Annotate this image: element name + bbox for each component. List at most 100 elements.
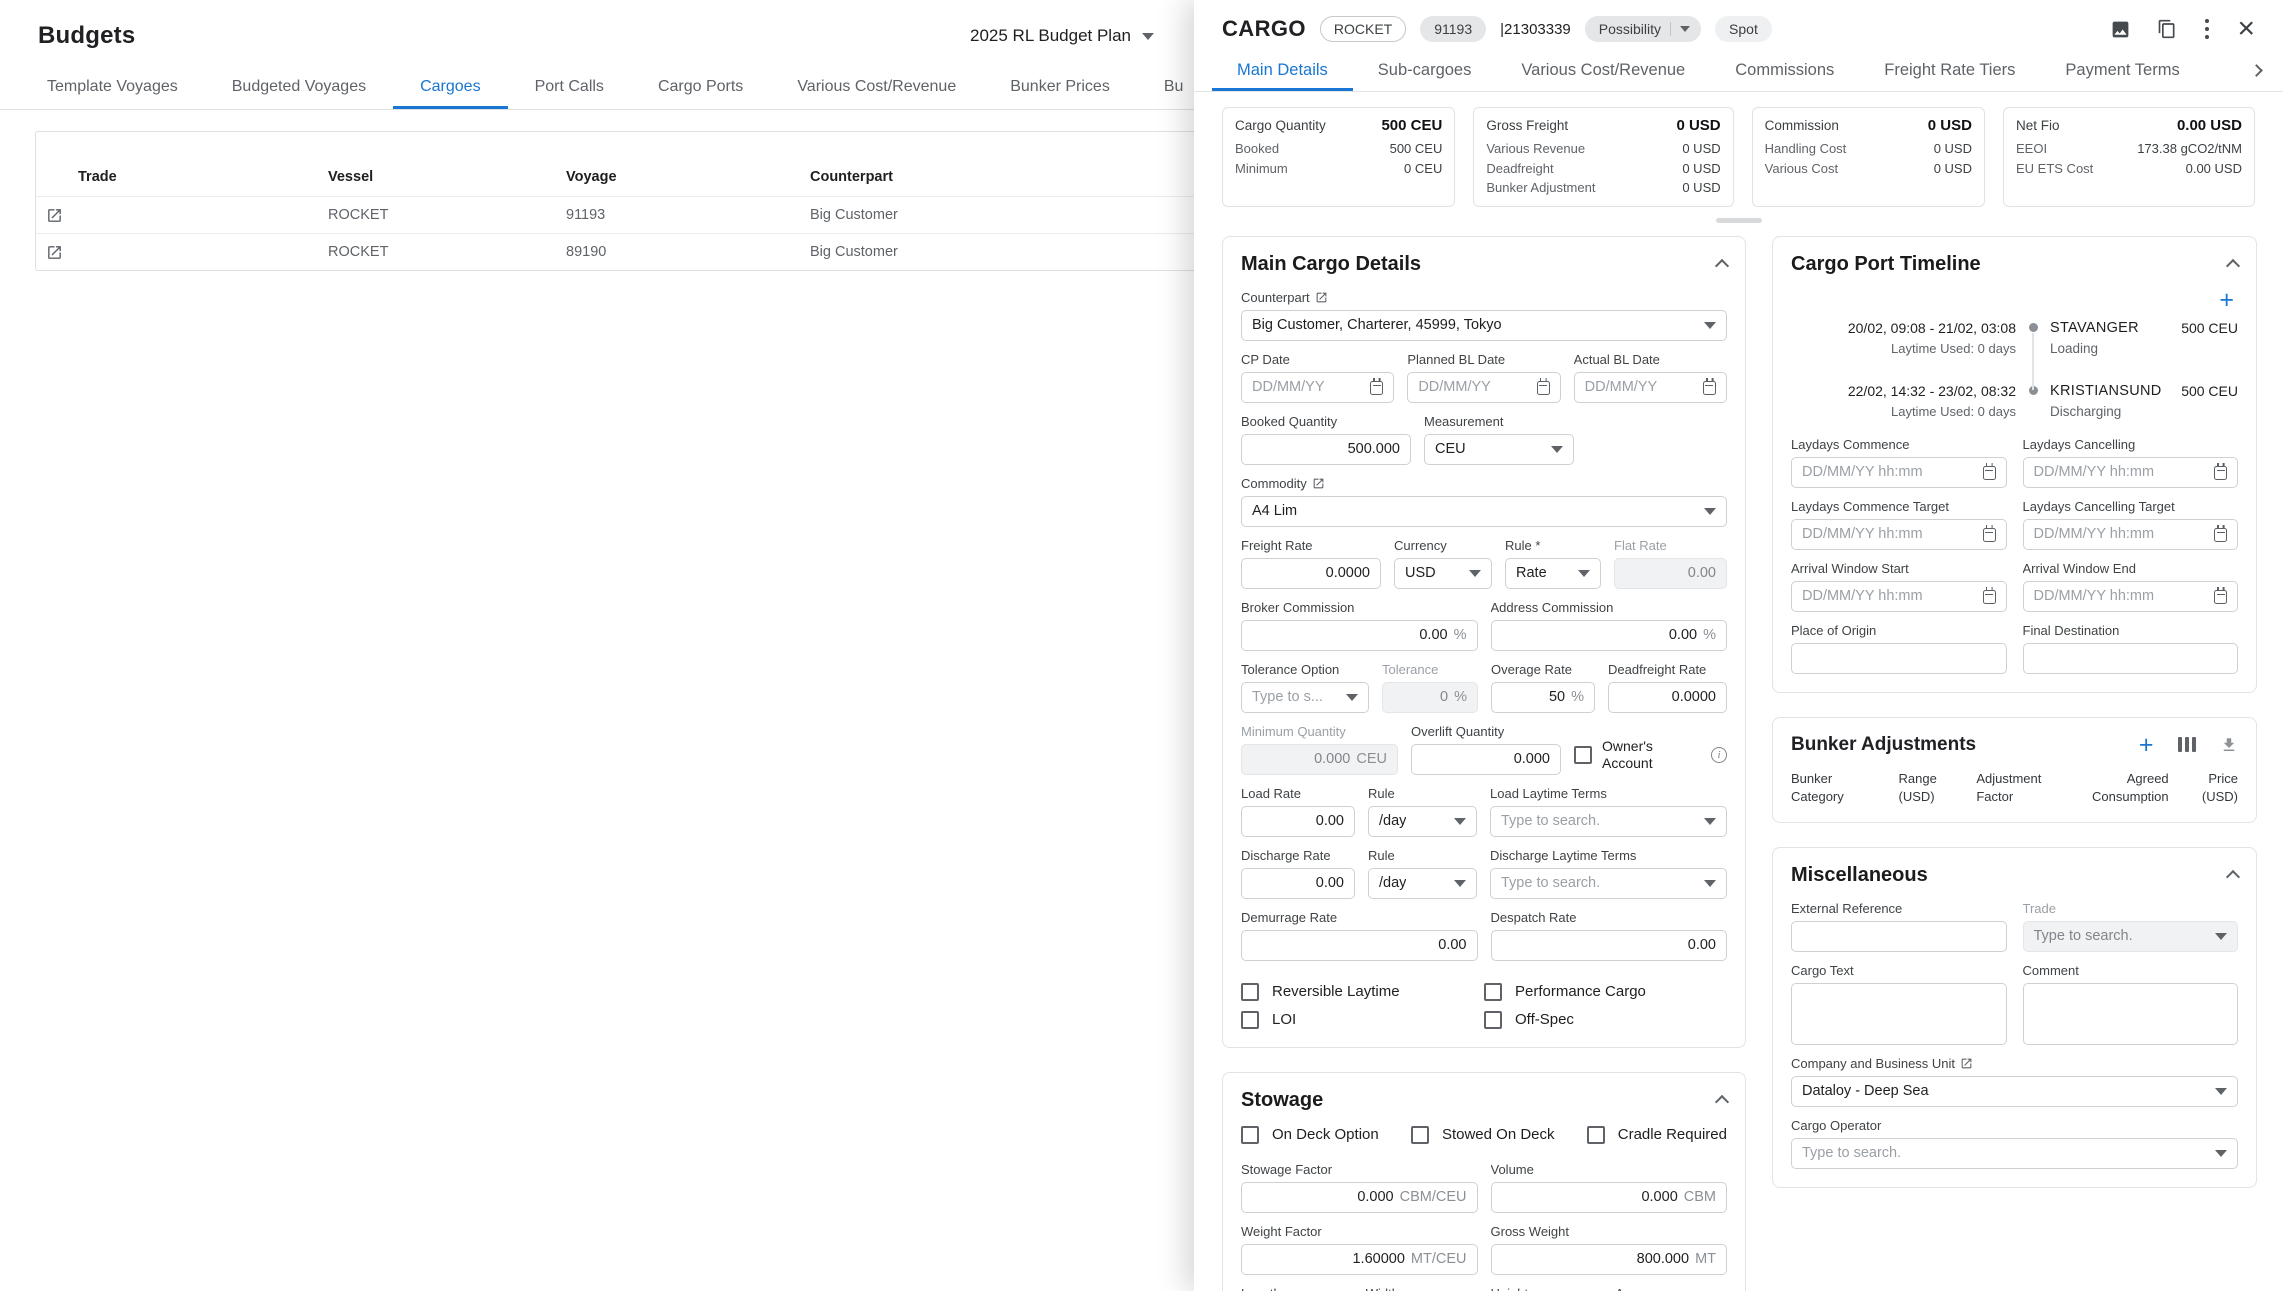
arrival-window-start-input[interactable]: DD/MM/YY hh:mm xyxy=(1791,581,2007,612)
calendar-icon[interactable] xyxy=(1370,381,1383,395)
tab-cargoes[interactable]: Cargoes xyxy=(393,64,507,109)
checkbox-icon[interactable] xyxy=(1587,1126,1605,1144)
cargo-text-textarea[interactable] xyxy=(1791,983,2007,1045)
tabs-scroll-right-button[interactable] xyxy=(2246,60,2267,81)
timeline-entry-loading[interactable]: 20/02, 09:08 - 21/02, 03:08 Laytime Used… xyxy=(1791,320,2238,383)
calendar-icon[interactable] xyxy=(1703,381,1716,395)
checkbox-icon[interactable] xyxy=(1484,983,1502,1001)
checkbox-icon[interactable] xyxy=(1241,1011,1259,1029)
tab-template-voyages[interactable]: Template Voyages xyxy=(20,64,205,109)
add-port-call-button[interactable]: + xyxy=(2219,290,2234,310)
address-commission-input[interactable]: 0.00 % xyxy=(1491,620,1728,651)
collapse-section-button chevron-up-icon[interactable] xyxy=(1715,259,1729,273)
copy-button[interactable] xyxy=(2157,19,2177,39)
owners-account-checkbox[interactable]: Owner's Account i xyxy=(1574,738,1727,773)
company-business-unit-select[interactable]: Dataloy - Deep Sea xyxy=(1791,1076,2238,1107)
info-icon[interactable]: i xyxy=(1711,747,1727,763)
open-cargo-button[interactable] xyxy=(36,207,72,224)
discharge-rule-select[interactable]: /day xyxy=(1368,868,1477,899)
overlift-quantity-input[interactable]: 0.000 xyxy=(1411,744,1561,775)
deadfreight-rate-input[interactable]: 0.0000 xyxy=(1608,682,1727,713)
load-laytime-terms-select[interactable]: Type to search. xyxy=(1490,806,1727,837)
discharge-rate-input[interactable]: 0.00 xyxy=(1241,868,1355,899)
tab-various-cost-revenue[interactable]: Various Cost/Revenue xyxy=(1496,50,1710,91)
checkbox-icon[interactable] xyxy=(1241,1126,1259,1144)
cradle-required-checkbox[interactable]: Cradle Required xyxy=(1587,1126,1727,1144)
load-rate-input[interactable]: 0.00 xyxy=(1241,806,1355,837)
calendar-icon[interactable] xyxy=(2214,466,2227,480)
broker-commission-input[interactable]: 0.00 % xyxy=(1241,620,1478,651)
calendar-icon[interactable] xyxy=(2214,590,2227,604)
discharge-laytime-terms-select[interactable]: Type to search. xyxy=(1490,868,1727,899)
checkbox-icon[interactable] xyxy=(1574,746,1592,764)
final-destination-input[interactable] xyxy=(2023,643,2239,674)
tab-commissions[interactable]: Commissions xyxy=(1710,50,1859,91)
stowage-factor-input[interactable]: 0.000 CBM/CEU xyxy=(1241,1182,1478,1213)
tab-freight-rate-tiers[interactable]: Freight Rate Tiers xyxy=(1859,50,2040,91)
timeline-entry-discharging[interactable]: 22/02, 14:32 - 23/02, 08:32 Laytime Used… xyxy=(1791,383,2238,433)
demurrage-rate-input[interactable]: 0.00 xyxy=(1241,930,1478,961)
measurement-select[interactable]: CEU xyxy=(1424,434,1574,465)
tab-port-calls[interactable]: Port Calls xyxy=(508,64,631,109)
checkbox-icon[interactable] xyxy=(1411,1126,1429,1144)
off-spec-checkbox[interactable]: Off-Spec xyxy=(1484,1011,1727,1029)
cp-date-input[interactable]: DD/MM/YY xyxy=(1241,372,1394,403)
rule-select[interactable]: Rate xyxy=(1505,558,1601,589)
image-button[interactable] xyxy=(2110,19,2131,40)
open-in-new-icon[interactable] xyxy=(1312,477,1325,490)
commodity-select[interactable]: A4 Lim xyxy=(1241,496,1727,527)
close-icon[interactable]: × xyxy=(2237,18,2255,40)
stowed-on-deck-checkbox[interactable]: Stowed On Deck xyxy=(1411,1126,1555,1144)
tab-bunker-prices[interactable]: Bunker Prices xyxy=(983,64,1137,109)
calendar-icon[interactable] xyxy=(1983,590,1996,604)
add-bunker-adjustment-button[interactable]: + xyxy=(2139,735,2154,755)
download-button[interactable] xyxy=(2220,736,2238,754)
tab-main-details[interactable]: Main Details xyxy=(1212,50,1353,91)
laydays-cancelling-target-input[interactable]: DD/MM/YY hh:mm xyxy=(2023,519,2239,550)
laydays-commence-target-input[interactable]: DD/MM/YY hh:mm xyxy=(1791,519,2007,550)
budget-plan-selector[interactable]: 2025 RL Budget Plan xyxy=(970,26,1154,46)
load-rule-select[interactable]: /day xyxy=(1368,806,1477,837)
more-options-button[interactable] xyxy=(2203,17,2212,42)
despatch-rate-input[interactable]: 0.00 xyxy=(1491,930,1728,961)
calendar-icon[interactable] xyxy=(1983,466,1996,480)
gross-weight-input[interactable]: 800.000 MT xyxy=(1491,1244,1728,1275)
open-in-new-icon[interactable] xyxy=(1315,291,1328,304)
performance-cargo-checkbox[interactable]: Performance Cargo xyxy=(1484,983,1727,1001)
counterpart-select[interactable]: Big Customer, Charterer, 45999, Tokyo xyxy=(1241,310,1727,341)
volume-input[interactable]: 0.000 CBM xyxy=(1491,1182,1728,1213)
tab-cargo-ports[interactable]: Cargo Ports xyxy=(631,64,770,109)
booked-quantity-input[interactable]: 500.000 xyxy=(1241,434,1411,465)
loi-checkbox[interactable]: LOI xyxy=(1241,1011,1484,1029)
open-in-new-icon[interactable] xyxy=(1960,1057,1973,1070)
overage-rate-input[interactable]: 50 % xyxy=(1491,682,1595,713)
open-cargo-button[interactable] xyxy=(36,244,72,261)
currency-select[interactable]: USD xyxy=(1394,558,1492,589)
collapse-section-button chevron-up-icon[interactable] xyxy=(2226,870,2240,884)
tab-sub-cargoes[interactable]: Sub-cargoes xyxy=(1353,50,1497,91)
cargo-operator-select[interactable]: Type to search. xyxy=(1791,1138,2238,1169)
reversible-laytime-checkbox[interactable]: Reversible Laytime xyxy=(1241,983,1484,1001)
collapse-section-button chevron-up-icon[interactable] xyxy=(1715,1095,1729,1109)
comment-textarea[interactable] xyxy=(2023,983,2239,1045)
arrival-window-end-input[interactable]: DD/MM/YY hh:mm xyxy=(2023,581,2239,612)
tab-budgeted-voyages[interactable]: Budgeted Voyages xyxy=(205,64,393,109)
actual-bl-date-input[interactable]: DD/MM/YY xyxy=(1574,372,1727,403)
calendar-icon[interactable] xyxy=(2214,528,2227,542)
collapse-section-button chevron-up-icon[interactable] xyxy=(2226,259,2240,273)
tab-payment-terms[interactable]: Payment Terms xyxy=(2040,50,2204,91)
planned-bl-date-input[interactable]: DD/MM/YY xyxy=(1407,372,1560,403)
external-reference-input[interactable] xyxy=(1791,921,2007,952)
weight-factor-input[interactable]: 1.60000 MT/CEU xyxy=(1241,1244,1478,1275)
column-settings-button view-columns-icon[interactable] xyxy=(2178,737,2197,752)
checkbox-icon[interactable] xyxy=(1241,983,1259,1001)
status-dropdown[interactable]: Possibility xyxy=(1585,16,1701,42)
on-deck-option-checkbox[interactable]: On Deck Option xyxy=(1241,1126,1379,1144)
checkbox-icon[interactable] xyxy=(1484,1011,1502,1029)
tab-various-cost-revenue[interactable]: Various Cost/Revenue xyxy=(770,64,983,109)
place-of-origin-input[interactable] xyxy=(1791,643,2007,674)
tolerance-option-select[interactable]: Type to s... xyxy=(1241,682,1369,713)
laydays-commence-input[interactable]: DD/MM/YY hh:mm xyxy=(1791,457,2007,488)
calendar-icon[interactable] xyxy=(1537,381,1550,395)
freight-rate-input[interactable]: 0.0000 xyxy=(1241,558,1381,589)
